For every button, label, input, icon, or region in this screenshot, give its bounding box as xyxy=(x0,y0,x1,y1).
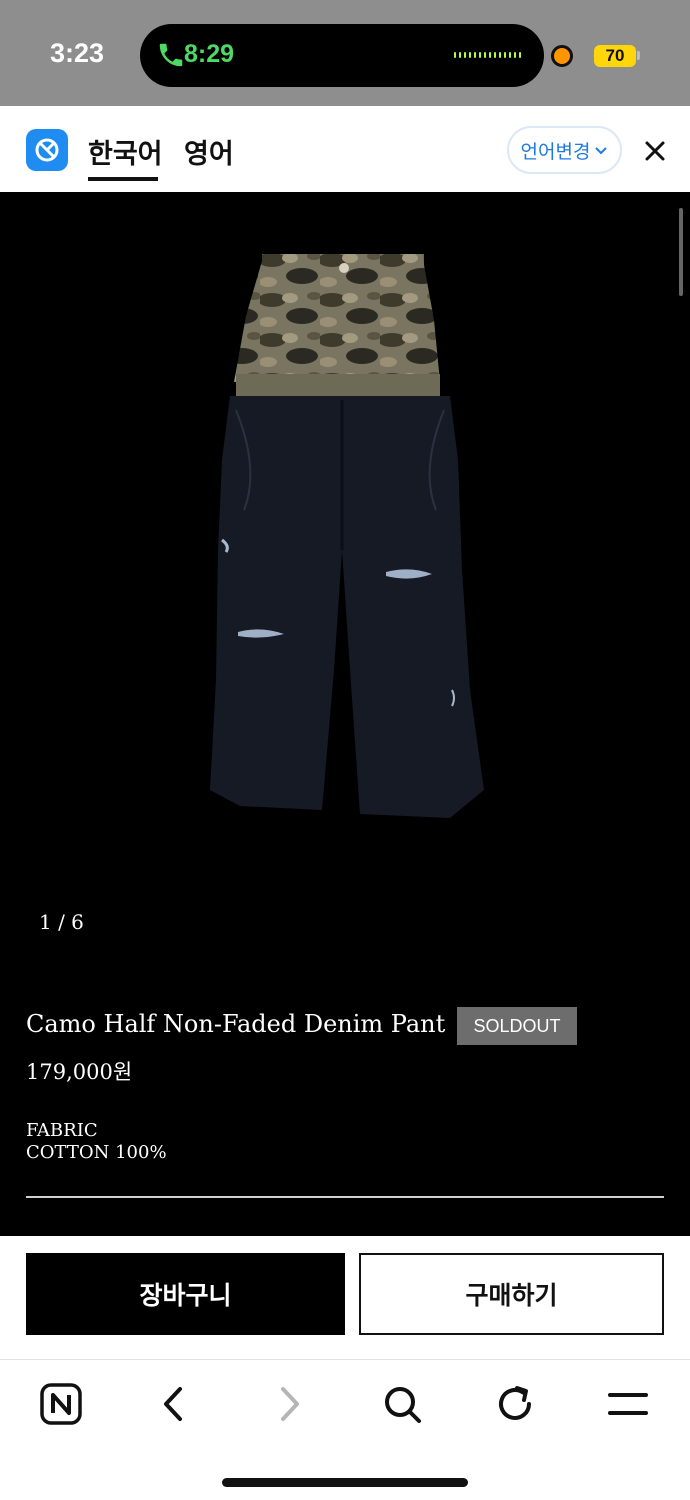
chevron-down-icon xyxy=(595,147,608,155)
search-icon[interactable] xyxy=(380,1382,424,1426)
call-duration: 8:29 xyxy=(184,40,235,68)
fabric-value: COTTON 100% xyxy=(26,1142,167,1163)
home-indicator[interactable] xyxy=(222,1478,468,1487)
translate-bar: 한국어 영어 언어변경 xyxy=(0,106,690,192)
battery-level: 70 xyxy=(605,46,625,65)
status-time: 3:23 xyxy=(50,38,105,68)
product-price: 179,000원 xyxy=(26,1060,133,1084)
change-language-button[interactable]: 언어변경 xyxy=(507,126,622,174)
browser-toolbar xyxy=(0,1359,690,1500)
menu-icon[interactable] xyxy=(606,1382,650,1426)
translator-logo-icon xyxy=(26,129,68,171)
battery-icon: 70 xyxy=(594,45,636,67)
close-icon[interactable] xyxy=(642,138,668,164)
divider xyxy=(26,1196,664,1198)
back-icon[interactable] xyxy=(152,1382,196,1426)
forward-icon[interactable] xyxy=(267,1382,311,1426)
status-bar: 3:23 8:29 70 xyxy=(0,0,690,106)
tab-english[interactable]: 영어 xyxy=(184,132,234,171)
battery-tip xyxy=(637,51,640,60)
soldout-badge: SOLDOUT xyxy=(457,1007,577,1045)
refresh-icon[interactable] xyxy=(493,1382,537,1426)
dynamic-island[interactable]: 8:29 xyxy=(140,24,544,87)
add-to-cart-button[interactable]: 장바구니 xyxy=(26,1253,345,1335)
product-image[interactable] xyxy=(200,250,500,830)
product-title: Camo Half Non-Faded Denim Pant xyxy=(26,1010,446,1038)
image-counter: 1 / 6 xyxy=(39,910,84,934)
action-bar: 장바구니 구매하기 xyxy=(0,1236,690,1359)
mic-indicator-icon xyxy=(551,45,573,67)
active-tab-indicator xyxy=(88,177,158,181)
buy-now-button[interactable]: 구매하기 xyxy=(359,1253,664,1335)
phone-icon xyxy=(159,43,183,67)
fabric-label: FABRIC xyxy=(26,1120,98,1141)
tab-korean[interactable]: 한국어 xyxy=(88,132,163,171)
scrollbar[interactable] xyxy=(679,208,683,296)
naver-home-icon[interactable] xyxy=(39,1382,83,1426)
audio-wave-icon xyxy=(454,51,522,59)
change-language-label: 언어변경 xyxy=(520,141,591,163)
product-detail: 1 / 6 Camo Half Non-Faded Denim Pant SOL… xyxy=(0,192,690,1236)
